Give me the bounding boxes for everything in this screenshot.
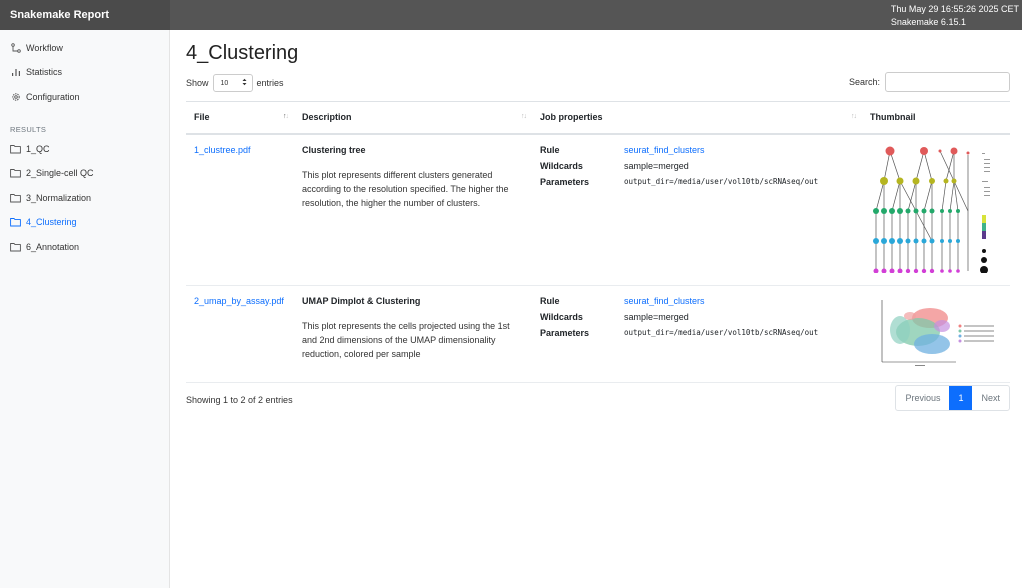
search-control: Search:: [849, 72, 1010, 92]
rule-label: Rule: [540, 295, 560, 306]
table-header-row: File ↑↓ Description ↑↓ Job properties ↑↓…: [186, 101, 1010, 135]
entries-select-value: 10: [220, 79, 229, 87]
folder-icon: [10, 193, 21, 204]
sidebar: Workflow Statistics Configuration RESULT…: [0, 30, 170, 588]
column-header-thumbnail: Thumbnail: [862, 101, 1010, 135]
sort-icon: ↑↓: [521, 113, 527, 120]
bar-chart-icon: [10, 67, 21, 78]
entries-length-control: Show 10 entries: [186, 74, 284, 92]
sidebar-item-label: 4_Clustering: [26, 217, 77, 227]
umap-thumbnail[interactable]: [870, 296, 1010, 372]
workflow-icon: [10, 43, 21, 54]
entries-label: entries: [256, 78, 284, 88]
folder-icon: [10, 168, 21, 179]
sidebar-item-4-clustering[interactable]: 4_Clustering: [10, 215, 77, 229]
wildcards-value: sample=merged: [624, 160, 689, 171]
entries-select[interactable]: 10: [212, 74, 253, 92]
sidebar-item-label: Statistics: [26, 67, 63, 77]
page-1-button[interactable]: 1: [949, 386, 973, 410]
column-header-description[interactable]: Description ↑↓: [294, 101, 532, 135]
table-row: 1_clustree.pdf Clustering tree This plot…: [186, 133, 1010, 286]
rule-link[interactable]: seurat_find_clusters: [624, 296, 854, 306]
rule-link[interactable]: seurat_find_clusters: [624, 145, 854, 155]
sidebar-item-workflow[interactable]: Workflow: [10, 41, 63, 55]
sort-ascending-icon: ↑↓: [283, 113, 289, 120]
sort-icon: ↑↓: [851, 113, 857, 120]
show-label: Show: [186, 78, 209, 88]
next-button[interactable]: Next: [972, 386, 1009, 410]
results-section-label: RESULTS: [10, 125, 47, 134]
sidebar-item-label: 6_Annotation: [26, 242, 80, 252]
header-info: Thu May 29 16:55:26 2025 CET Snakemake 6…: [891, 3, 1019, 29]
sidebar-item-label: 1_QC: [26, 144, 50, 154]
parameters-label: Parameters: [540, 176, 590, 187]
column-header-job-properties[interactable]: Job properties ↑↓: [532, 101, 862, 135]
results-table: File ↑↓ Description ↑↓ Job properties ↑↓…: [186, 101, 1010, 383]
folder-icon: [10, 242, 21, 253]
parameters-value: output_dir=/media/user/vol10tb/scRNAseq/…: [624, 327, 819, 337]
search-input[interactable]: [885, 72, 1010, 92]
page-title: 4_Clustering: [186, 42, 299, 64]
parameters-label: Parameters: [540, 327, 590, 338]
sidebar-item-label: Workflow: [26, 43, 63, 53]
table-row: 2_umap_by_assay.pdf UMAP Dimplot & Clust…: [186, 285, 1010, 383]
sidebar-item-1-qc[interactable]: 1_QC: [10, 142, 50, 156]
sidebar-item-6-annotation[interactable]: 6_Annotation: [10, 240, 79, 254]
sidebar-item-2-single-cell-qc[interactable]: 2_Single-cell QC: [10, 166, 94, 180]
description-title: UMAP Dimplot & Clustering: [302, 295, 421, 306]
rule-label: Rule: [540, 144, 560, 155]
sidebar-item-configuration[interactable]: Configuration: [10, 90, 80, 104]
file-link[interactable]: 1_clustree.pdf: [194, 145, 251, 155]
description-text: This plot represents different clusters …: [302, 169, 509, 208]
sidebar-item-label: 3_Normalization: [26, 193, 92, 203]
brand-title[interactable]: Snakemake Report: [0, 0, 170, 30]
sidebar-item-label: Configuration: [26, 92, 80, 102]
column-header-file[interactable]: File ↑↓: [186, 101, 294, 135]
file-link[interactable]: 2_umap_by_assay.pdf: [194, 296, 284, 306]
table-info: Showing 1 to 2 of 2 entries: [186, 395, 293, 405]
report-timestamp: Thu May 29 16:55:26 2025 CET: [890, 4, 1019, 14]
sidebar-item-statistics[interactable]: Statistics: [10, 65, 62, 79]
description-text: This plot represents the cells projected…: [302, 320, 510, 359]
wildcards-label: Wildcards: [540, 311, 583, 322]
top-bar: Snakemake Report Thu May 29 16:55:26 202…: [0, 0, 1022, 30]
snakemake-version: Snakemake 6.15.1: [890, 17, 966, 27]
main-content: 4_Clustering Show 10 entries Search: Fil…: [170, 30, 1022, 588]
select-arrows-icon: [242, 78, 247, 88]
parameters-value: output_dir=/media/user/vol10tb/scRNAseq/…: [624, 176, 819, 186]
search-label: Search:: [848, 77, 880, 87]
folder-open-icon: [10, 217, 21, 228]
job-properties: Rule seurat_find_clusters Wildcards samp…: [540, 145, 854, 187]
description-title: Clustering tree: [302, 144, 366, 155]
clustree-thumbnail[interactable]: [870, 145, 1010, 275]
wildcards-label: Wildcards: [540, 160, 583, 171]
gear-icon: [10, 92, 21, 103]
folder-icon: [10, 144, 21, 155]
sidebar-item-3-normalization[interactable]: 3_Normalization: [10, 191, 91, 205]
job-properties: Rule seurat_find_clusters Wildcards samp…: [540, 296, 854, 338]
pagination: Previous 1 Next: [895, 385, 1010, 411]
previous-button[interactable]: Previous: [896, 386, 949, 410]
sidebar-item-label: 2_Single-cell QC: [26, 168, 94, 178]
wildcards-value: sample=merged: [624, 311, 689, 322]
